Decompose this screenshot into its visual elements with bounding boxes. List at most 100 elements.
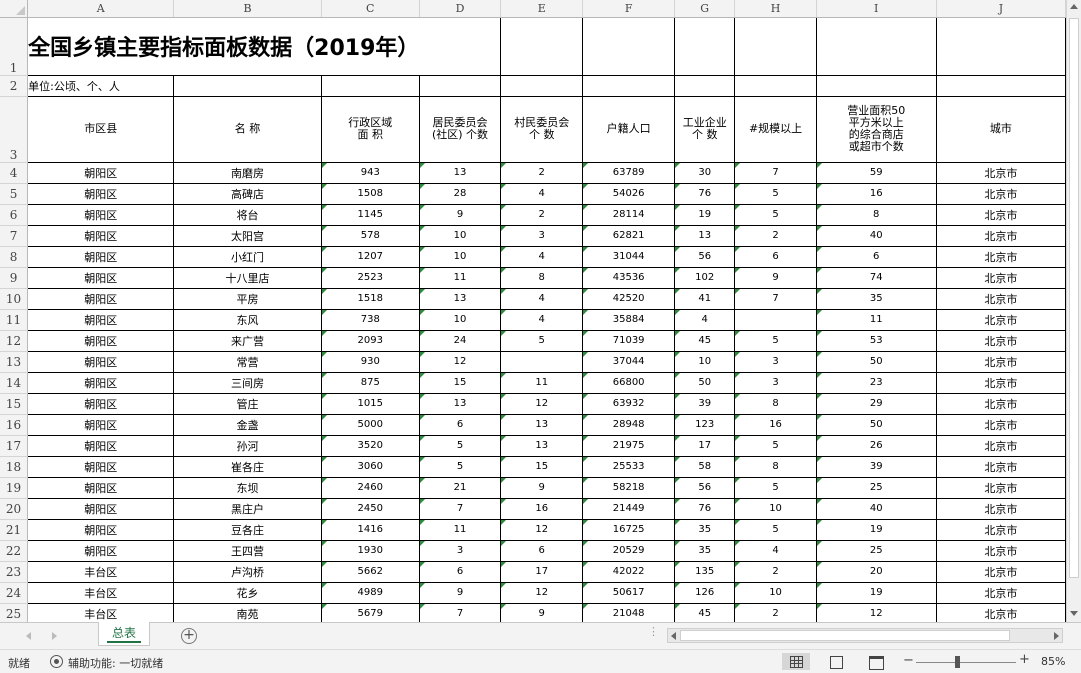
row-header[interactable]: 1 bbox=[0, 17, 29, 76]
cell[interactable] bbox=[673, 74, 736, 97]
cell-d[interactable]: 28 bbox=[418, 182, 502, 205]
cell-d[interactable]: 13 bbox=[418, 287, 502, 310]
split-handle[interactable]: ⋮ bbox=[648, 626, 659, 637]
cell-j[interactable]: 北京市 bbox=[935, 329, 1066, 352]
page-break-view-button[interactable] bbox=[862, 653, 890, 670]
cell-j[interactable]: 北京市 bbox=[935, 350, 1066, 373]
cell-i[interactable]: 53 bbox=[815, 329, 937, 352]
row-header[interactable]: 14 bbox=[0, 372, 29, 394]
cell-g[interactable]: 45 bbox=[673, 329, 736, 352]
zoom-slider-track[interactable] bbox=[916, 662, 1016, 663]
cell-h[interactable]: 5 bbox=[734, 203, 817, 226]
cell-i[interactable]: 20 bbox=[815, 560, 937, 583]
cell-a[interactable]: 丰台区 bbox=[27, 560, 175, 583]
cell-a[interactable]: 朝阳区 bbox=[27, 182, 175, 205]
cell-d[interactable]: 5 bbox=[418, 434, 502, 457]
cell-c[interactable]: 2093 bbox=[320, 329, 420, 352]
cell-d[interactable]: 7 bbox=[418, 602, 502, 622]
cell-f[interactable]: 43536 bbox=[582, 266, 675, 289]
scroll-left-icon[interactable] bbox=[671, 632, 676, 640]
cell-h[interactable]: 2 bbox=[734, 602, 817, 622]
cell-j[interactable]: 北京市 bbox=[935, 560, 1066, 583]
cell-e[interactable]: 4 bbox=[500, 245, 584, 268]
cell-h[interactable]: 5 bbox=[734, 434, 817, 457]
cell-b[interactable]: 豆各庄 bbox=[173, 518, 322, 541]
header-district[interactable]: 市区县 bbox=[27, 95, 175, 163]
cell-e[interactable]: 4 bbox=[500, 182, 584, 205]
cell-j[interactable]: 北京市 bbox=[935, 455, 1066, 478]
cell-j[interactable]: 北京市 bbox=[935, 476, 1066, 499]
cell-i[interactable]: 19 bbox=[815, 581, 937, 604]
cell-e[interactable]: 12 bbox=[500, 581, 584, 604]
cell-e[interactable]: 8 bbox=[500, 266, 584, 289]
row-header[interactable]: 8 bbox=[0, 246, 29, 268]
cell-a[interactable]: 朝阳区 bbox=[27, 203, 175, 226]
cell-g[interactable]: 4 bbox=[673, 308, 736, 331]
cell-f[interactable]: 71039 bbox=[582, 329, 675, 352]
cell[interactable] bbox=[419, 16, 502, 76]
cell-h[interactable]: 4 bbox=[734, 539, 817, 562]
cell-a[interactable]: 朝阳区 bbox=[27, 518, 175, 541]
cell-g[interactable]: 10 bbox=[673, 350, 736, 373]
cell-d[interactable]: 10 bbox=[418, 308, 502, 331]
column-header-j[interactable]: J bbox=[936, 0, 1066, 18]
cell[interactable] bbox=[582, 16, 675, 76]
cell-d[interactable]: 13 bbox=[418, 161, 502, 184]
cell-i[interactable]: 39 bbox=[815, 455, 937, 478]
header-above-scale[interactable]: #规模以上 bbox=[734, 95, 817, 163]
cell-c[interactable]: 1518 bbox=[320, 287, 420, 310]
cell-e[interactable]: 4 bbox=[500, 287, 584, 310]
page-layout-view-button[interactable] bbox=[822, 653, 850, 670]
cell-c[interactable]: 1416 bbox=[320, 518, 420, 541]
cell-h[interactable]: 9 bbox=[734, 266, 817, 289]
cell[interactable] bbox=[418, 74, 502, 97]
cell-g[interactable]: 56 bbox=[673, 476, 736, 499]
cell-d[interactable]: 3 bbox=[418, 539, 502, 562]
cell-f[interactable]: 21449 bbox=[582, 497, 675, 520]
cell-g[interactable]: 102 bbox=[673, 266, 736, 289]
cell-j[interactable]: 北京市 bbox=[935, 203, 1066, 226]
cell-h[interactable]: 8 bbox=[734, 392, 817, 415]
cell-g[interactable]: 39 bbox=[673, 392, 736, 415]
cell-d[interactable]: 6 bbox=[418, 560, 502, 583]
header-area[interactable]: 行政区域面 积 bbox=[320, 95, 420, 163]
cell-f[interactable]: 31044 bbox=[582, 245, 675, 268]
cell-i[interactable]: 19 bbox=[815, 518, 937, 541]
cell-d[interactable]: 21 bbox=[418, 476, 502, 499]
cell-b[interactable]: 三间房 bbox=[173, 371, 322, 394]
cell-f[interactable]: 63932 bbox=[582, 392, 675, 415]
cell-f[interactable]: 25533 bbox=[582, 455, 675, 478]
header-stores[interactable]: 营业面积50 平方米以上 的综合商店 或超市个数 bbox=[815, 95, 937, 163]
cell-d[interactable]: 13 bbox=[418, 392, 502, 415]
row-header[interactable]: 17 bbox=[0, 435, 29, 457]
cell-j[interactable]: 北京市 bbox=[935, 287, 1066, 310]
chevron-left-icon[interactable] bbox=[26, 632, 31, 640]
cell-j[interactable]: 北京市 bbox=[935, 224, 1066, 247]
cell-c[interactable]: 2460 bbox=[320, 476, 420, 499]
column-header-g[interactable]: G bbox=[674, 0, 736, 18]
cell-h[interactable]: 7 bbox=[734, 161, 817, 184]
row-header[interactable]: 19 bbox=[0, 477, 29, 499]
cell-h[interactable]: 3 bbox=[734, 350, 817, 373]
cell-table[interactable]: ABCDEFGHIJ 1 全国乡镇主要指标面板数据（2019年） 2 单位:公顷… bbox=[0, 0, 1066, 622]
cell-c[interactable]: 1145 bbox=[320, 203, 420, 226]
scroll-up-icon[interactable] bbox=[1070, 4, 1078, 9]
cell-c[interactable]: 738 bbox=[320, 308, 420, 331]
select-all-corner[interactable] bbox=[0, 0, 29, 18]
cell-b[interactable]: 高碑店 bbox=[173, 182, 322, 205]
row-header[interactable]: 24 bbox=[0, 582, 29, 604]
cell-f[interactable]: 16725 bbox=[582, 518, 675, 541]
cell-g[interactable]: 126 bbox=[673, 581, 736, 604]
cell-h[interactable]: 2 bbox=[734, 224, 817, 247]
cell-e[interactable]: 11 bbox=[500, 371, 584, 394]
cell-e[interactable]: 12 bbox=[500, 392, 584, 415]
cell-c[interactable]: 1508 bbox=[320, 182, 420, 205]
header-city[interactable]: 城市 bbox=[935, 95, 1066, 163]
horizontal-scroll-thumb[interactable] bbox=[680, 630, 1010, 641]
cell-j[interactable]: 北京市 bbox=[935, 266, 1066, 289]
cell-i[interactable]: 50 bbox=[815, 350, 937, 373]
column-header-f[interactable]: F bbox=[582, 0, 675, 18]
cell-a[interactable]: 朝阳区 bbox=[27, 476, 175, 499]
row-header[interactable]: 12 bbox=[0, 330, 29, 352]
cell-e[interactable]: 2 bbox=[500, 203, 584, 226]
